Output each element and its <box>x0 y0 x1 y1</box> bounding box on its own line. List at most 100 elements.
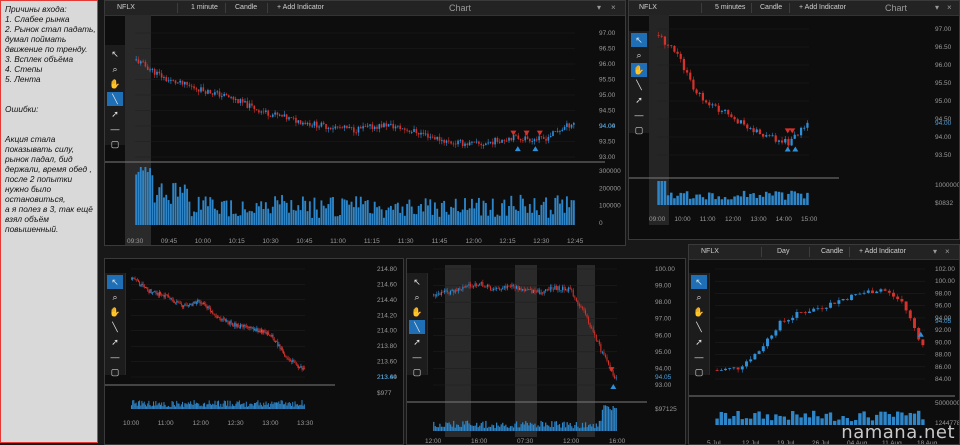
chart-window-multiday[interactable]: ↖ ⌕ ✋ ╲ ➚ — ▢ 100.00 99.00 98.00 97.00 96.00 95.00 9… <box>406 258 686 445</box>
volume-bar <box>255 403 257 409</box>
candle-body <box>583 308 585 311</box>
note-line: показывать силу, <box>5 144 75 154</box>
volume-bar <box>733 196 736 205</box>
candle-body <box>486 284 488 287</box>
close-icon[interactable]: × <box>611 3 616 12</box>
volume-bar <box>155 401 157 409</box>
chart-window-market[interactable]: ↖ ⌕ ✋ ╲ ➚ — ▢ 214.80 214.60 214.40 214.20 214.00 21… <box>104 258 404 445</box>
chart-window-5min[interactable]: NFLX 5 minutes Candle + Add Indicator Ch… <box>628 0 960 240</box>
candle-body <box>202 87 205 92</box>
volume-bar <box>151 175 154 225</box>
chart-canvas[interactable]: 97.0096.5096.0095.5095.0094.5094.0093.50… <box>629 15 959 239</box>
candle-body <box>883 289 887 291</box>
chart-type-select[interactable]: Candle <box>821 248 843 255</box>
candle-body <box>555 285 557 290</box>
candle-body <box>248 327 250 328</box>
candle-body <box>552 289 554 290</box>
candle-body <box>265 331 267 334</box>
interval-select[interactable]: 1 minute <box>191 4 218 11</box>
candle-body <box>215 315 217 318</box>
candle-body <box>749 359 753 362</box>
candle-body <box>133 277 135 279</box>
price-tick-label: 93.00 <box>655 382 672 389</box>
volume-bar <box>269 406 271 409</box>
symbol-label[interactable]: NFLX <box>117 4 135 11</box>
candle-body <box>197 89 200 92</box>
candle-body <box>535 291 537 293</box>
add-indicator-button[interactable]: + Add Indicator <box>277 4 324 11</box>
candle-body <box>679 53 682 59</box>
volume-bar <box>764 191 768 205</box>
volume-bar <box>511 425 513 431</box>
candle-body <box>837 300 841 304</box>
candle-body <box>184 304 186 306</box>
candle-body <box>164 294 166 298</box>
add-indicator-button[interactable]: + Add Indicator <box>799 4 846 11</box>
price-tick-label: 96.00 <box>599 61 616 68</box>
candle-body <box>787 138 790 146</box>
volume-bar <box>301 196 304 225</box>
candle-body <box>491 141 494 145</box>
chart-type-select[interactable]: Candle <box>760 4 782 11</box>
candle-body <box>385 123 388 127</box>
symbol-label[interactable]: NFLX <box>701 248 719 255</box>
chart-canvas[interactable]: 100.00 99.00 98.00 97.00 96.00 95.00 94.00 93.0… <box>407 259 685 444</box>
volume-bar <box>540 204 543 225</box>
volume-bar <box>284 404 286 409</box>
volume-tick-label: $0832 <box>935 200 953 207</box>
candle-body <box>443 139 445 143</box>
candle-body <box>329 127 332 130</box>
candle-body <box>774 135 777 142</box>
chart-canvas[interactable]: 97.0096.5096.0095.5095.0094.5094.0093.50… <box>105 15 625 246</box>
close-icon[interactable]: × <box>947 3 952 12</box>
candle-body <box>139 281 141 286</box>
candle-body <box>403 128 406 130</box>
volume-bar <box>443 200 446 225</box>
candle-body <box>299 367 301 368</box>
candle-body <box>276 112 279 115</box>
candle-body <box>246 101 249 108</box>
add-indicator-button[interactable]: + Add Indicator <box>859 248 906 255</box>
candle-body <box>228 321 230 325</box>
candle-body <box>457 140 459 145</box>
candle-body <box>451 289 453 291</box>
candle-body <box>457 288 459 292</box>
minimize-icon[interactable]: ▾ <box>597 3 601 12</box>
minimize-icon[interactable]: ▾ <box>935 3 939 12</box>
close-icon[interactable]: × <box>945 247 950 256</box>
candle-body <box>545 138 547 141</box>
candle-body <box>173 301 175 303</box>
volume-bar <box>782 416 786 425</box>
volume-bar <box>433 421 435 431</box>
chart-window-day[interactable]: NFLX Day Candle + Add Indicator ▾ × ↖ ⌕ ✋ ╲… <box>688 244 960 445</box>
volume-bar <box>156 405 158 409</box>
candle-body <box>156 292 158 294</box>
volume-bar <box>728 418 732 425</box>
volume-bar <box>190 401 192 409</box>
chart-canvas[interactable]: 102.00100.0098.0096.0094.0092.0090.0088.… <box>689 259 959 444</box>
candle-body <box>200 302 202 304</box>
candle-body <box>278 114 281 116</box>
volume-bar <box>471 425 473 431</box>
volume-bar <box>452 207 455 225</box>
volume-bar <box>302 405 304 409</box>
chart-canvas[interactable]: 214.80 214.60 214.40 214.20 214.00 213.80 213.… <box>105 259 403 444</box>
candle-body <box>523 289 525 291</box>
candle-body <box>234 322 236 327</box>
minimize-icon[interactable]: ▾ <box>933 247 937 256</box>
volume-bar <box>225 200 228 225</box>
candle-body <box>238 327 240 329</box>
volume-bar <box>273 402 275 409</box>
chart-window-1min[interactable]: NFLX 1 minute Candle + Add Indicator Cha… <box>104 0 626 246</box>
candle-body <box>134 277 136 280</box>
symbol-label[interactable]: NFLX <box>639 4 657 11</box>
volume-bar <box>532 424 535 431</box>
interval-select[interactable]: Day <box>777 248 789 255</box>
chart-type-select[interactable]: Candle <box>235 4 257 11</box>
volume-bar <box>270 403 272 409</box>
candle-body <box>565 289 567 291</box>
note-line <box>5 84 93 94</box>
candle-body <box>573 122 575 125</box>
candle-body <box>568 123 571 128</box>
interval-select[interactable]: 5 minutes <box>715 4 745 11</box>
